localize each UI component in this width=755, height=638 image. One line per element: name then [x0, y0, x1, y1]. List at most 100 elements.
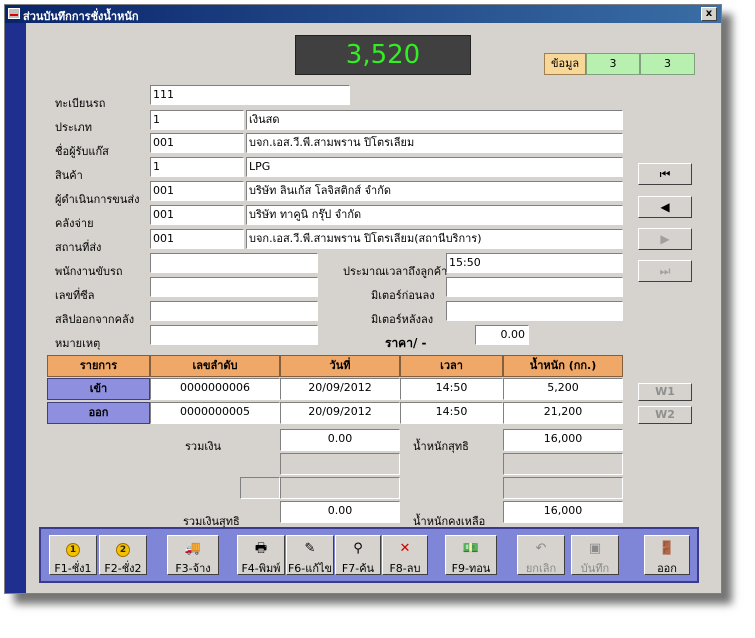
warehouse-code-input[interactable]: 001	[150, 205, 244, 225]
price-input[interactable]: 0.00	[475, 325, 529, 345]
receiver-code-input[interactable]: 001	[150, 133, 244, 153]
slip-input[interactable]	[150, 301, 318, 321]
blank-cell	[280, 453, 400, 475]
driver-input[interactable]	[150, 253, 318, 273]
eta-input[interactable]: 15:50	[446, 253, 623, 273]
type-code-input[interactable]: 1	[150, 110, 244, 130]
w1-button[interactable]: W1	[638, 383, 692, 401]
arrow-left-icon: ◀	[660, 200, 670, 214]
net-weight-field: 16,000	[503, 429, 623, 451]
meter-before-input[interactable]	[446, 277, 623, 297]
coin-1-icon: 1	[66, 543, 80, 557]
driver-label: พนักงานขับรถ	[55, 265, 123, 278]
next-record-button[interactable]: ▶	[638, 228, 692, 250]
printer-icon: 🖶	[254, 541, 268, 556]
eta-label: ประมาณเวลาถึงลูกค้า	[343, 265, 448, 278]
undo-icon: ↶	[535, 541, 547, 556]
weight-display: 3,520	[295, 35, 471, 75]
receiver-label: ชื่อผู้รับแก๊ส	[55, 145, 109, 158]
coin-2-icon: 2	[116, 543, 130, 557]
money-icon: 💵	[462, 541, 480, 556]
search-icon: ⚲	[353, 541, 363, 556]
remaining-weight-field: 16,000	[503, 501, 623, 523]
price-label: ราคา/ -	[385, 336, 427, 350]
plate-label: ทะเบียนรถ	[55, 97, 106, 110]
header-time: เวลา	[400, 355, 503, 377]
row-in-weight: 5,200	[503, 378, 623, 400]
total-money-field: 0.00	[280, 429, 400, 451]
warehouse-label: คลังจ่าย	[55, 217, 94, 230]
w2-button[interactable]: W2	[638, 406, 692, 424]
left-side-bar	[5, 23, 26, 593]
transporter-label: ผู้ดำเนินการขนส่ง	[55, 193, 140, 206]
header-item: รายการ	[47, 355, 150, 377]
row-in-label: เข้า	[47, 378, 150, 400]
delete-icon: ✕	[399, 541, 411, 556]
meter-after-label: มิเตอร์หลังลง	[371, 313, 434, 326]
product-name-field: LPG	[246, 157, 623, 177]
skip-last-icon: ⏭	[659, 264, 671, 278]
plate-input[interactable]: 111	[150, 85, 350, 105]
product-label: สินค้า	[55, 169, 83, 182]
product-code-input[interactable]: 1	[150, 157, 244, 177]
net-weight-label: น้ำหนักสุทธิ	[413, 440, 469, 453]
row-out-time: 14:50	[400, 402, 503, 424]
seal-input[interactable]	[150, 277, 318, 297]
ship-to-label: สถานที่ส่ง	[55, 241, 102, 254]
exit-button[interactable]: 🚪 ออก	[644, 535, 690, 575]
save-icon: ▣	[588, 541, 602, 556]
info-label: ข้อมูล	[544, 53, 586, 75]
info-value-2: 3	[640, 53, 695, 75]
row-in-date: 20/09/2012	[280, 378, 400, 400]
net-money-field: 0.00	[280, 501, 400, 523]
info-value-1: 3	[586, 53, 640, 75]
row-out-weight: 21,200	[503, 402, 623, 424]
f3-hire-button[interactable]: 🚚 F3-จ้าง	[167, 535, 219, 575]
f1-weigh1-button[interactable]: 1 F1-ชั่ง1	[49, 535, 97, 575]
first-record-button[interactable]: ⏮	[638, 163, 692, 185]
ship-to-name-field: บจก.เอส.วี.พี.สามพราน ปิโตรเลียม(สถานีบร…	[246, 229, 623, 249]
last-record-button[interactable]: ⏭	[638, 260, 692, 282]
receiver-name-field: บจก.เอส.วี.พี.สามพราน ปิโตรเลียม	[246, 133, 623, 153]
blank-cell	[503, 477, 623, 499]
f7-search-button[interactable]: ⚲ F7-ค้น	[335, 535, 381, 575]
window-title: ส่วนบันทึกการชั่งน้ำหนัก	[23, 10, 139, 23]
arrow-right-icon: ▶	[660, 232, 670, 246]
row-in-seq: 0000000006	[150, 378, 280, 400]
transporter-code-input[interactable]: 001	[150, 181, 244, 201]
note-label: หมายเหตุ	[55, 337, 101, 350]
exit-door-icon: 🚪	[658, 541, 676, 556]
title-bar: ส่วนบันทึกการชั่งน้ำหนัก x	[5, 5, 721, 23]
app-icon	[8, 8, 20, 19]
header-weight: น้ำหนัก (กก.)	[503, 355, 623, 377]
blank-cell	[240, 477, 280, 499]
save-button[interactable]: ▣ บันทึก	[571, 535, 619, 575]
blank-cell	[503, 453, 623, 475]
skip-first-icon: ⏮	[659, 167, 671, 181]
f8-delete-button[interactable]: ✕ F8-ลบ	[382, 535, 428, 575]
ship-to-code-input[interactable]: 001	[150, 229, 244, 249]
blank-cell	[280, 477, 400, 499]
total-money-label: รวมเงิน	[185, 440, 221, 453]
transporter-name-field: บริษัท ลินเก้ส โลจิสติกส์ จำกัด	[246, 181, 623, 201]
truck-icon: 🚚	[184, 541, 202, 556]
type-label: ประเภท	[55, 121, 93, 134]
f9-change-button[interactable]: 💵 F9-ทอน	[445, 535, 497, 575]
cancel-button[interactable]: ↶ ยกเลิก	[517, 535, 565, 575]
meter-after-input[interactable]	[446, 301, 623, 321]
weighing-window: ส่วนบันทึกการชั่งน้ำหนัก x 3,520 ข้อมูล …	[4, 4, 722, 594]
row-in-time: 14:50	[400, 378, 503, 400]
note-input[interactable]	[150, 325, 318, 345]
close-button[interactable]: x	[701, 7, 717, 21]
type-name-field: เงินสด	[246, 110, 623, 130]
prev-record-button[interactable]: ◀	[638, 196, 692, 218]
seal-label: เลขที่ซีล	[55, 289, 95, 302]
f2-weigh2-button[interactable]: 2 F2-ชั่ง2	[99, 535, 147, 575]
meter-before-label: มิเตอร์ก่อนลง	[371, 289, 435, 302]
row-out-seq: 0000000005	[150, 402, 280, 424]
edit-icon: ✎	[304, 541, 316, 556]
f4-print-button[interactable]: 🖶 F4-พิมพ์	[237, 535, 285, 575]
f6-edit-button[interactable]: ✎ F6-แก้ไข	[286, 535, 334, 575]
slip-label: สลิปออกจากคลัง	[55, 313, 135, 326]
function-toolbar: 1 F1-ชั่ง1 2 F2-ชั่ง2 🚚 F3-จ้าง 🖶 F4-พิม…	[39, 527, 699, 583]
